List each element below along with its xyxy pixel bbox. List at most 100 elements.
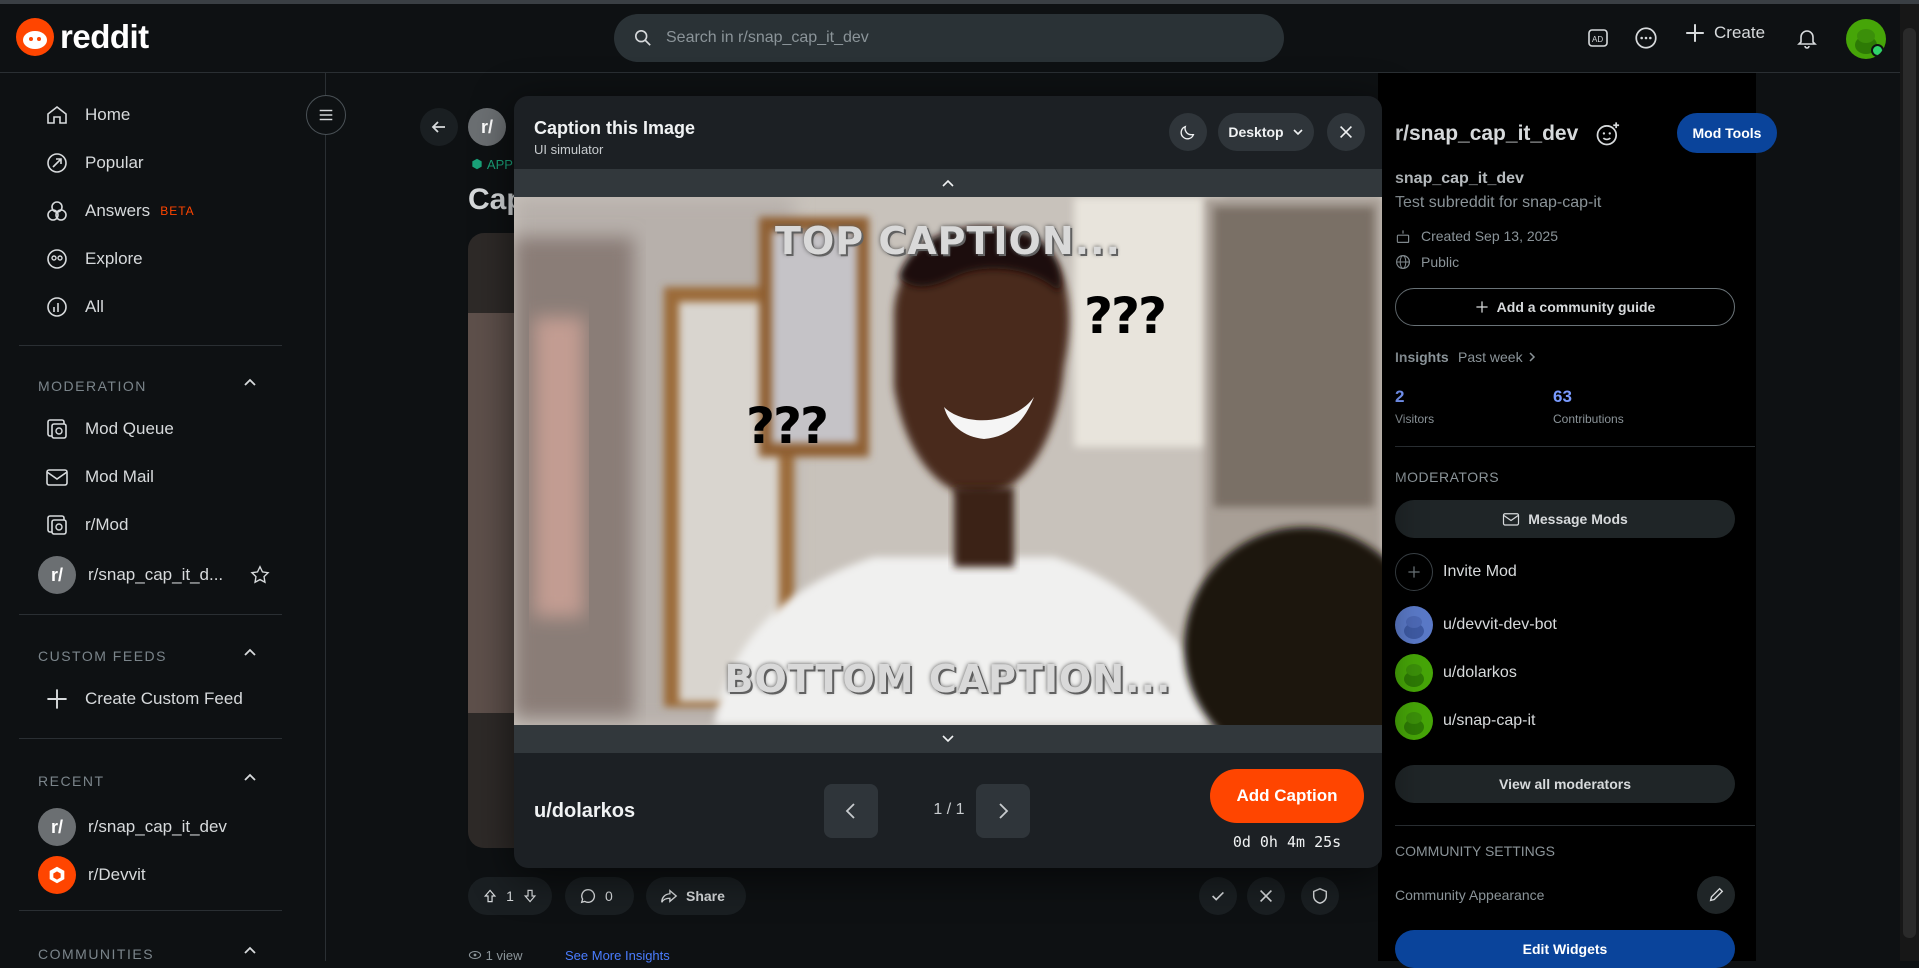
add-community-guide-button[interactable]: Add a community guide — [1395, 288, 1735, 326]
moderator-item[interactable]: u/devvit-dev-bot — [1395, 606, 1557, 644]
view-all-moderators-button[interactable]: View all moderators — [1395, 765, 1735, 803]
bell-icon[interactable] — [1793, 24, 1821, 52]
devvit-app-icon — [472, 158, 482, 170]
snoo-avatar-icon — [1395, 702, 1433, 740]
home-icon — [47, 105, 67, 124]
recent-section-title: RECENT — [38, 773, 105, 789]
chevron-up-icon[interactable] — [242, 770, 258, 786]
plus-icon — [47, 689, 67, 709]
invite-mod-button[interactable]: Invite Mod — [1395, 553, 1517, 591]
add-caption-button[interactable]: Add Caption — [1210, 769, 1364, 823]
reddit-snoo-icon — [16, 18, 54, 56]
create-label: Create — [1714, 23, 1766, 42]
devvit-avatar-icon — [38, 856, 76, 894]
theme-toggle-button[interactable] — [1169, 113, 1207, 151]
community-title[interactable]: r/snap_cap_it_dev — [1395, 122, 1578, 146]
nav-divider — [19, 738, 282, 739]
approve-button[interactable] — [1199, 877, 1237, 915]
message-mods-button[interactable]: Message Mods — [1395, 500, 1735, 538]
search-input[interactable] — [664, 28, 1228, 48]
moderator-item[interactable]: u/dolarkos — [1395, 654, 1517, 692]
chat-icon[interactable] — [1632, 24, 1660, 52]
search-icon — [634, 29, 651, 46]
globe-icon — [1396, 255, 1410, 269]
nav-mod-mail[interactable]: Mod Mail — [45, 465, 154, 489]
nav-mod-queue[interactable]: Mod Queue — [45, 417, 174, 441]
edit-widgets-button[interactable]: Edit Widgets — [1395, 930, 1735, 968]
nav-explore[interactable]: Explore — [45, 247, 143, 271]
nav-divider — [19, 614, 282, 615]
snoo-avatar-icon — [1855, 29, 1877, 54]
chevron-up-icon[interactable] — [242, 943, 258, 959]
nav-snap-cap-it-dev[interactable]: r/ r/snap_cap_it_d... — [38, 556, 271, 594]
star-icon[interactable] — [249, 564, 271, 586]
nav-snap-cap-label: r/snap_cap_it_d... — [88, 565, 224, 584]
visitors-label: Visitors — [1395, 412, 1435, 426]
add-emoji-icon[interactable] — [1594, 120, 1622, 148]
created-label: Created Sep 13, 2025 — [1421, 228, 1558, 244]
insights-label: Insights — [1395, 349, 1449, 365]
subreddit-avatar: r/ — [38, 808, 76, 846]
moderation-section-title: MODERATION — [38, 378, 147, 394]
previous-button[interactable] — [824, 784, 878, 838]
nav-r-mod-label: r/Mod — [85, 515, 129, 534]
community-name: snap_cap_it_dev — [1395, 170, 1524, 187]
create-button[interactable]: Create — [1684, 22, 1765, 44]
edit-appearance-button[interactable] — [1697, 876, 1735, 914]
sidebar-divider — [1395, 446, 1755, 447]
search-bar[interactable] — [614, 14, 1284, 62]
caption-modal: Caption this Image UI simulator Desktop — [514, 96, 1382, 868]
bottom-caption-text[interactable]: BOTTOM CAPTION... — [514, 657, 1382, 701]
upvote-icon[interactable] — [482, 886, 498, 906]
collapse-sidebar-button[interactable] — [306, 95, 346, 135]
close-icon — [1260, 890, 1272, 902]
contributions-label: Contributions — [1553, 412, 1624, 426]
nav-all[interactable]: All — [45, 295, 104, 319]
insights-period-link[interactable]: Past week — [1458, 349, 1537, 365]
create-custom-feed[interactable]: Create Custom Feed — [45, 687, 243, 711]
top-caption-text[interactable]: TOP CAPTION... — [514, 219, 1382, 263]
nav-answers[interactable]: Answers BETA — [45, 199, 195, 223]
share-button[interactable]: Share — [646, 877, 746, 915]
advertise-icon[interactable]: AD — [1584, 24, 1612, 52]
scrollbar-thumb[interactable] — [1903, 28, 1916, 938]
plus-icon — [1395, 553, 1433, 591]
scroll-down-strip[interactable] — [514, 725, 1382, 753]
post-subreddit-avatar[interactable]: r/ — [468, 108, 506, 146]
user-avatar[interactable] — [1846, 19, 1886, 59]
next-button[interactable] — [976, 784, 1030, 838]
community-appearance-label[interactable]: Community Appearance — [1395, 887, 1544, 903]
insights-period-label: Past week — [1458, 349, 1523, 365]
recent-devvit[interactable]: r/Devvit — [38, 856, 146, 894]
remove-button[interactable] — [1247, 877, 1285, 915]
created-date: Created Sep 13, 2025 — [1395, 228, 1558, 244]
chevron-up-icon[interactable] — [242, 645, 258, 661]
nav-r-mod[interactable]: r/Mod — [45, 513, 128, 537]
reddit-logo[interactable]: reddit — [16, 18, 149, 56]
mod-shield-button[interactable] — [1301, 877, 1339, 915]
nav-popular[interactable]: Popular — [45, 151, 144, 175]
nav-home[interactable]: Home — [45, 103, 130, 127]
chevron-up-icon[interactable] — [242, 375, 258, 391]
add-guide-label: Add a community guide — [1496, 299, 1656, 315]
downvote-icon[interactable] — [522, 886, 538, 906]
r-mod-icon — [47, 515, 67, 535]
popular-icon — [47, 153, 67, 173]
visitors-value: 2 — [1395, 387, 1405, 406]
custom-feeds-section-title: CUSTOM FEEDS — [38, 648, 167, 664]
moderator-item[interactable]: u/snap-cap-it — [1395, 702, 1536, 740]
community-description: Test subreddit for snap-cap-it — [1395, 194, 1602, 211]
modal-close-button[interactable] — [1327, 113, 1365, 151]
comments-button[interactable]: 0 — [565, 877, 634, 915]
countdown-timer: 0d 0h 4m 25s — [1232, 833, 1342, 851]
plus-icon — [1476, 301, 1488, 313]
back-button[interactable] — [420, 108, 458, 146]
recent-snap-cap-it-dev[interactable]: r/ r/snap_cap_it_dev — [38, 808, 227, 846]
mod-tools-button[interactable]: Mod Tools — [1677, 113, 1777, 153]
scroll-up-strip[interactable] — [514, 169, 1382, 197]
chevron-down-icon — [1293, 129, 1303, 136]
mail-icon — [1503, 513, 1520, 526]
message-mods-label: Message Mods — [1528, 511, 1628, 527]
invite-mod-label: Invite Mod — [1443, 563, 1517, 580]
device-select[interactable]: Desktop — [1218, 113, 1314, 151]
